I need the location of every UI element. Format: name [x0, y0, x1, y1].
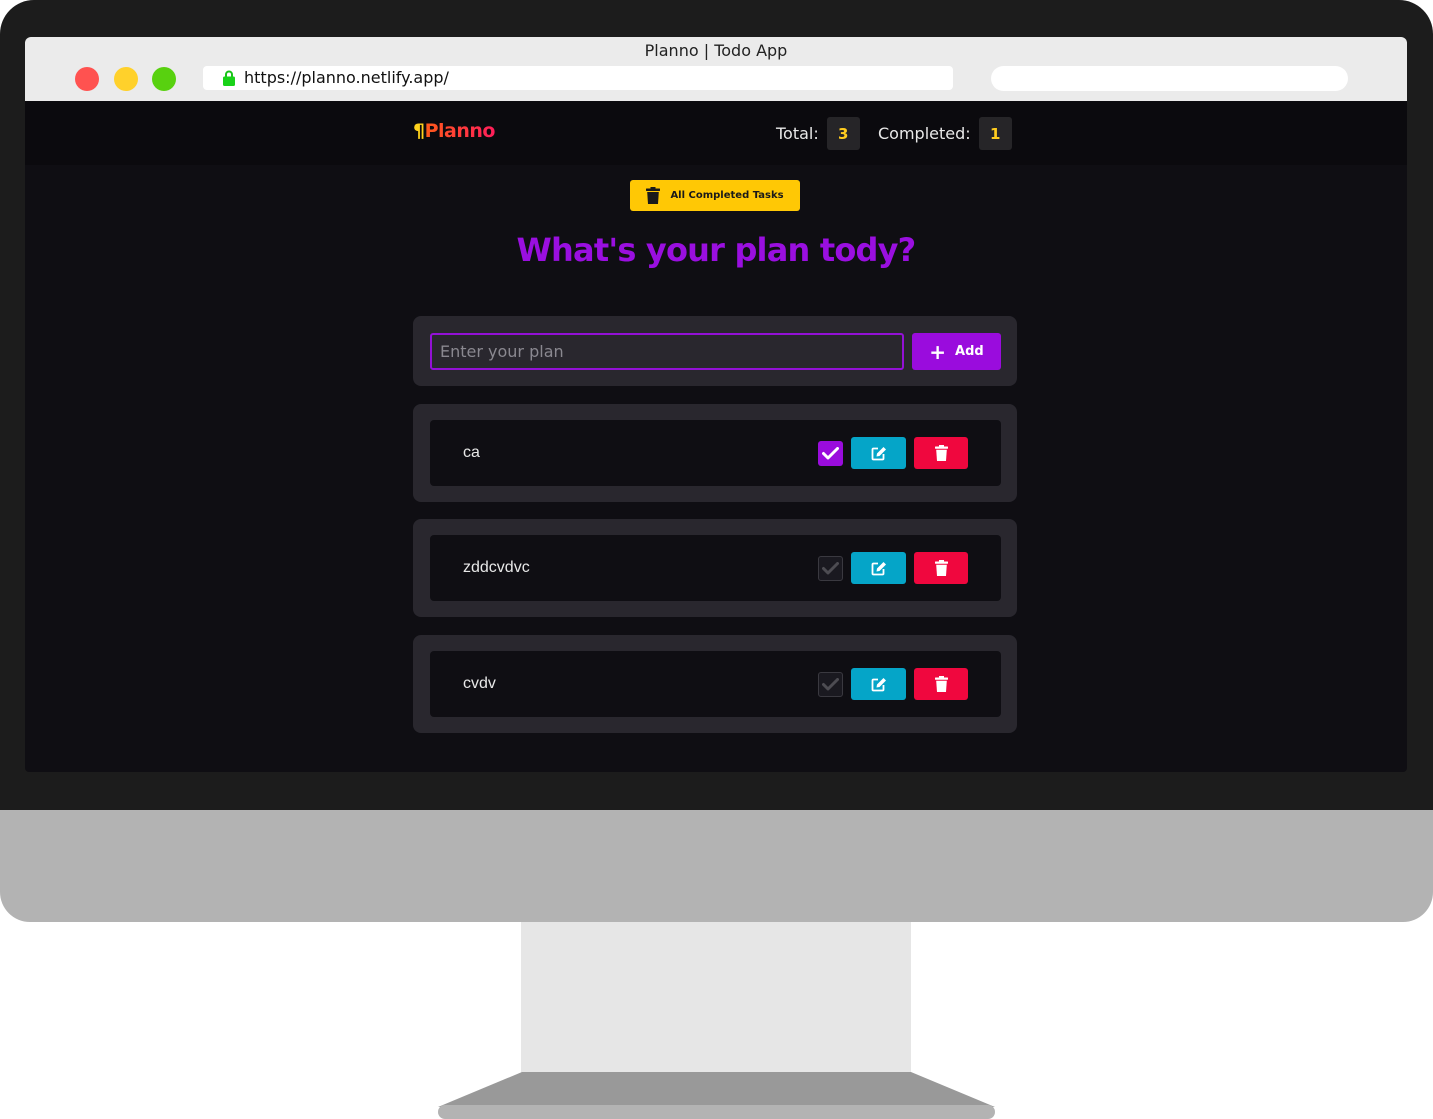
- total-count-badge: 3: [826, 117, 860, 150]
- maximize-window-button[interactable]: [152, 67, 176, 91]
- monitor-chin: [0, 810, 1433, 922]
- total-stat: Total: 3: [776, 117, 860, 150]
- todo-item-body: ca: [430, 420, 1001, 486]
- todo-complete-checkbox[interactable]: [818, 441, 843, 466]
- plan-input[interactable]: [430, 333, 904, 370]
- todo-text: zddcvdvc: [463, 559, 530, 576]
- monitor-stand-neck: [521, 922, 911, 1074]
- total-label: Total:: [776, 124, 819, 143]
- todo-complete-checkbox[interactable]: [818, 556, 843, 581]
- app-header: ¶ Planno Total: 3 Completed: 1: [25, 101, 1407, 165]
- logo-text: Planno: [424, 120, 496, 142]
- trash-icon: [934, 560, 948, 576]
- page-headline: What's your plan tody?: [516, 231, 917, 269]
- todo-item-body: zddcvdvc: [430, 535, 1001, 601]
- todo-item: ca: [413, 404, 1017, 502]
- completed-label: Completed:: [878, 124, 971, 143]
- clear-completed-button[interactable]: All Completed Tasks: [630, 180, 800, 211]
- edit-button[interactable]: [851, 437, 906, 469]
- completed-stat: Completed: 1: [878, 117, 1012, 150]
- check-icon: [822, 447, 839, 460]
- todo-item: zddcvdvc: [413, 519, 1017, 617]
- clear-completed-label: All Completed Tasks: [670, 190, 784, 201]
- add-button-label: Add: [955, 344, 984, 359]
- todo-text: ca: [463, 444, 480, 461]
- delete-button[interactable]: [914, 552, 968, 584]
- address-bar[interactable]: https://planno.netlify.app/: [203, 66, 953, 90]
- trash-icon: [934, 445, 948, 461]
- app-viewport: ¶ Planno Total: 3 Completed: 1 All Compl…: [25, 101, 1407, 772]
- lock-icon: [223, 70, 235, 86]
- minimize-window-button[interactable]: [114, 67, 138, 91]
- check-icon: [822, 678, 839, 691]
- app-logo[interactable]: ¶ Planno: [413, 120, 495, 142]
- todo-text: cvdv: [463, 675, 496, 692]
- delete-button[interactable]: [914, 437, 968, 469]
- url-text: https://planno.netlify.app/: [244, 68, 449, 87]
- add-plan-form: + Add: [413, 316, 1017, 386]
- todo-item-body: cvdv: [430, 651, 1001, 717]
- add-button[interactable]: + Add: [912, 333, 1001, 370]
- close-window-button[interactable]: [75, 67, 99, 91]
- edit-icon: [871, 677, 886, 691]
- logo-mark: ¶: [413, 120, 425, 142]
- completed-count-badge: 1: [978, 117, 1012, 150]
- browser-search-field[interactable]: [991, 66, 1348, 91]
- trash-icon: [934, 676, 948, 692]
- browser-toolbar: Planno | Todo App https://planno.netlify…: [25, 37, 1407, 101]
- edit-button[interactable]: [851, 552, 906, 584]
- trash-icon: [646, 187, 661, 204]
- todo-complete-checkbox[interactable]: [818, 672, 843, 697]
- edit-button[interactable]: [851, 668, 906, 700]
- delete-button[interactable]: [914, 668, 968, 700]
- edit-icon: [871, 561, 886, 575]
- window-title: Planno | Todo App: [644, 41, 788, 60]
- check-icon: [822, 562, 839, 575]
- plus-icon: +: [929, 339, 947, 364]
- monitor-stand-base: [438, 1072, 995, 1119]
- todo-item: cvdv: [413, 635, 1017, 733]
- edit-icon: [871, 446, 886, 460]
